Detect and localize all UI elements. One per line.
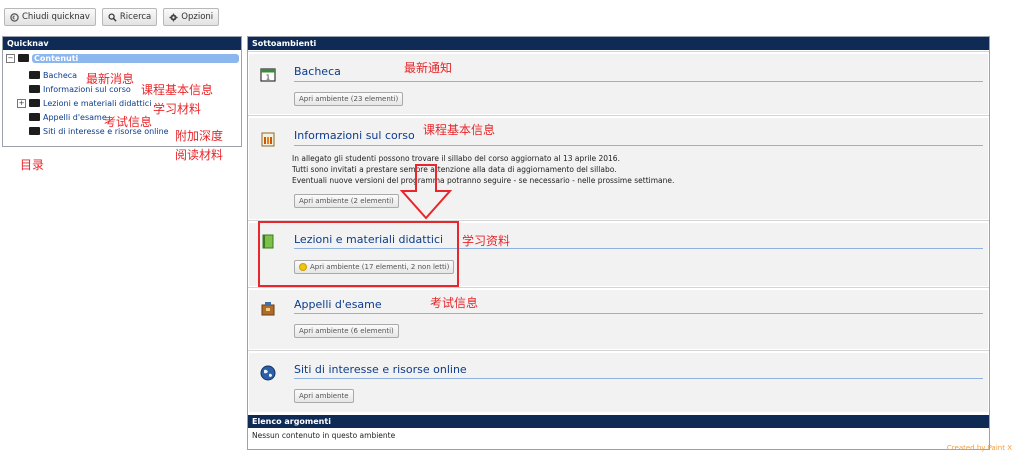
annotation-news: 最新消息: [86, 72, 135, 86]
section-bg: [249, 353, 988, 412]
open-environment-button[interactable]: Apri ambiente (6 elementi): [294, 324, 399, 338]
section-bacheca: 1 Bacheca Apri ambiente (23 elementi): [248, 51, 989, 116]
topics-section: Elenco argomenti Nessun contenuto in que…: [248, 415, 989, 443]
watermark-text: Created by Paint X: [946, 444, 1012, 452]
tree-item-label: Bacheca: [43, 70, 78, 80]
gear-icon: [169, 12, 178, 22]
topics-empty-message: Nessun contenuto in questo ambiente: [252, 431, 396, 440]
svg-text:1: 1: [266, 74, 270, 82]
sub-environments-title: Sottoambienti: [248, 37, 989, 50]
exam-box-icon: [261, 302, 275, 316]
folder-icon: [29, 71, 40, 79]
options-label: Opzioni: [181, 12, 214, 22]
topics-title: Elenco argomenti: [248, 415, 989, 428]
section-description-line: Tutti sono invitati a prestare sempre at…: [292, 165, 617, 174]
tree-item-appelli[interactable]: Appelli d'esame: [29, 111, 107, 123]
close-circle-icon: [10, 12, 19, 22]
highlight-box: [258, 221, 459, 287]
folder-icon: [29, 113, 40, 121]
open-environment-button[interactable]: Apri ambiente (23 elementi): [294, 92, 404, 106]
tree-item-label: Appelli d'esame: [43, 112, 107, 122]
open-environment-button[interactable]: Apri ambiente (2 elementi): [294, 194, 399, 208]
options-button[interactable]: Opzioni: [163, 8, 220, 26]
section-appelli: Appelli d'esame Apri ambiente (6 element…: [248, 287, 989, 351]
folder-icon: [18, 54, 29, 62]
open-environment-label: Apri ambiente: [299, 392, 349, 400]
annotation-course-info-right: 课程基本信息: [423, 123, 496, 137]
section-divider: [294, 81, 983, 82]
open-environment-label: Apri ambiente (2 elementi): [299, 197, 394, 205]
annotation-materials: 学习材料: [153, 102, 202, 116]
section-divider: [294, 313, 983, 314]
section-title[interactable]: Informazioni sul corso: [294, 129, 415, 142]
folder-icon: [29, 99, 40, 107]
down-arrow-annotation: [399, 164, 453, 220]
section-title[interactable]: Siti di interesse e risorse online: [294, 363, 467, 376]
tree-item-label: Lezioni e materiali didattici: [43, 98, 152, 108]
tree-item-bacheca[interactable]: Bacheca: [29, 69, 77, 81]
annotation-course-info: 课程基本信息: [141, 83, 214, 97]
quicknav-title: Quicknav: [3, 37, 241, 50]
section-siti: Siti di interesse e risorse online Apri …: [248, 350, 989, 414]
globe-icon: [260, 365, 276, 381]
search-button[interactable]: Ricerca: [101, 8, 158, 26]
tree-root-label: Contenuti: [32, 53, 239, 63]
folder-icon: [29, 127, 40, 135]
section-divider: [294, 145, 983, 146]
close-quicknav-label: Chiudi quicknav: [22, 12, 90, 22]
search-icon: [108, 12, 117, 22]
folder-icon: [29, 85, 40, 93]
quicknav-tree: − Contenuti Bacheca Informazioni sul cor…: [3, 50, 241, 136]
section-title[interactable]: Appelli d'esame: [294, 298, 382, 311]
open-environment-label: Apri ambiente (23 elementi): [299, 95, 399, 103]
close-quicknav-button[interactable]: Chiudi quicknav: [4, 8, 96, 26]
open-environment-label: Apri ambiente (6 elementi): [299, 327, 394, 335]
section-divider: [294, 378, 983, 379]
annotation-extra-reading-1: 附加深度: [175, 129, 224, 143]
annotation-toc: 目录: [20, 158, 45, 172]
open-environment-button[interactable]: Apri ambiente: [294, 389, 354, 403]
collapse-icon[interactable]: −: [6, 53, 15, 63]
annotation-exam: 考试信息: [104, 115, 153, 129]
annotation-extra-reading-2: 阅读材料: [175, 148, 224, 162]
section-description-line: Eventuali nuove versioni del programma p…: [292, 176, 675, 185]
info-document-icon: [261, 132, 275, 147]
tree-item-lezioni[interactable]: + Lezioni e materiali didattici: [17, 97, 151, 109]
expand-icon[interactable]: +: [17, 98, 26, 108]
section-title[interactable]: Bacheca: [294, 65, 341, 78]
section-description-line: In allegato gli studenti possono trovare…: [292, 154, 620, 163]
search-label: Ricerca: [119, 12, 152, 22]
calendar-icon: 1: [260, 68, 276, 82]
annotation-materials-right: 学习资料: [462, 234, 511, 248]
section-informazioni: Informazioni sul corso In allegato gli s…: [248, 115, 989, 221]
toolbar: Chiudi quicknav Ricerca Opzioni: [4, 8, 220, 26]
tree-root[interactable]: − Contenuti: [6, 52, 239, 64]
annotation-exam-right: 考试信息: [430, 296, 479, 310]
annotation-news-notice: 最新通知: [404, 61, 453, 75]
